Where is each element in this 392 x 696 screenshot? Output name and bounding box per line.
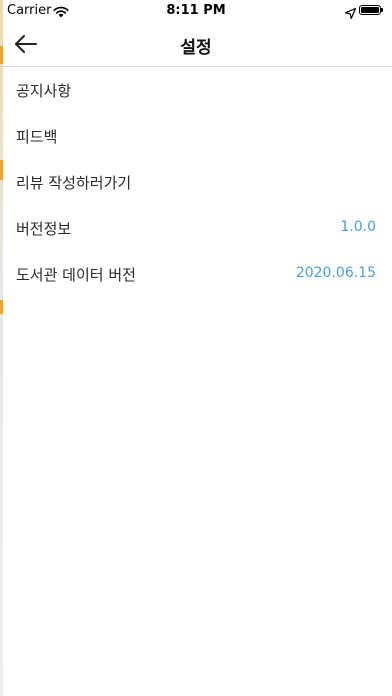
settings-item-version-info[interactable]: 버전정보 1.0.0 (0, 205, 392, 251)
library-data-version-value: 2020.06.15 (295, 265, 376, 281)
settings-item-notices[interactable]: 공지사항 (0, 67, 392, 113)
status-time: 8:11 PM (166, 3, 226, 18)
edge-accent-mark (0, 300, 3, 314)
battery-icon (359, 5, 383, 15)
settings-item-label: 리뷰 작성하러가기 (16, 174, 132, 192)
settings-list: 공지사항 피드백 리뷰 작성하러가기 버전정보 1.0.0 도서관 데이터 버전… (0, 67, 392, 297)
navigation-bar: 설정 (0, 22, 392, 67)
settings-item-label: 공지사항 (16, 82, 72, 100)
settings-item-library-data-version[interactable]: 도서관 데이터 버전 2020.06.15 (0, 251, 392, 297)
version-value: 1.0.0 (340, 219, 376, 235)
settings-item-label: 버전정보 (16, 220, 72, 238)
settings-item-label: 도서관 데이터 버전 (16, 266, 136, 284)
status-bar: Carrier 8:11 PM (0, 0, 392, 22)
settings-item-write-review[interactable]: 리뷰 작성하러가기 (0, 159, 392, 205)
page-title: 설정 (180, 38, 212, 58)
location-arrow-icon (344, 4, 357, 23)
settings-item-label: 피드백 (16, 128, 58, 146)
settings-item-feedback[interactable]: 피드백 (0, 113, 392, 159)
